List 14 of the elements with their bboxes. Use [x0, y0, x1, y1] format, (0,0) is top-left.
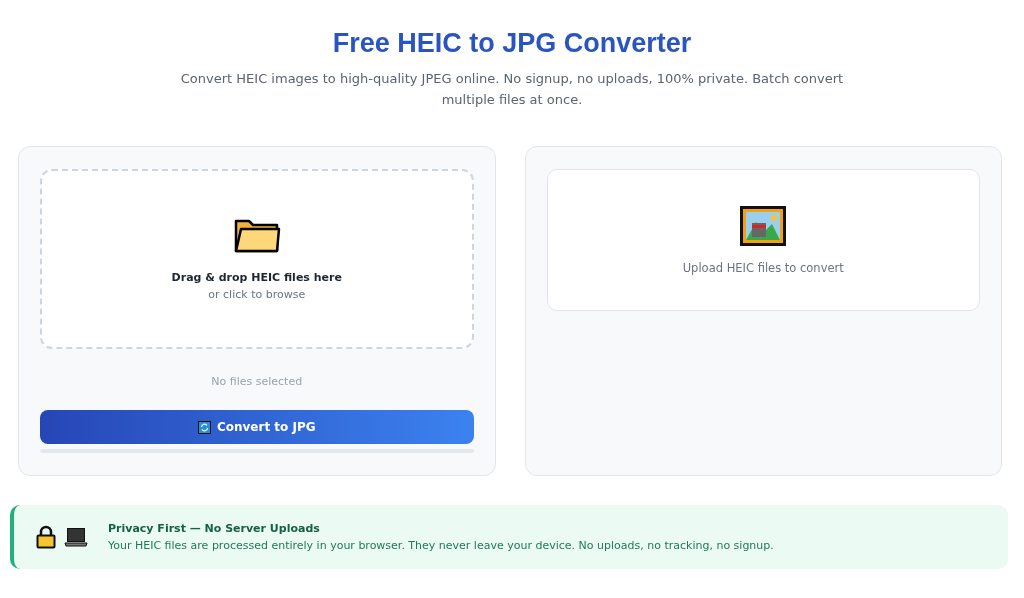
- laptop-icon: [64, 527, 88, 547]
- page-subtitle: Convert HEIC images to high-quality JPEG online. No signup, no uploads, 100% private. Batch convert multiple files at once.: [179, 70, 845, 109]
- drop-zone[interactable]: Drag & drop HEIC files here or click to browse: [40, 169, 474, 350]
- framed-picture-icon: [739, 205, 788, 247]
- file-status: No files selected: [211, 375, 303, 389]
- privacy-text: Your HEIC files are processed entirely in your browser. They never leave your device. No uploads, no tracking, no signup.: [108, 539, 774, 552]
- lock-icon: [36, 525, 56, 549]
- convert-button[interactable]: Convert to JPG: [40, 410, 474, 445]
- drop-title: Drag & drop HEIC files here: [171, 271, 342, 285]
- drop-hint: or click to browse: [208, 288, 306, 302]
- privacy-title: Privacy First — No Server Uploads: [108, 522, 321, 535]
- preview-message: Upload HEIC files to convert: [682, 261, 844, 275]
- refresh-icon: [197, 420, 211, 434]
- page-title: Free HEIC to JPG Converter: [332, 27, 692, 60]
